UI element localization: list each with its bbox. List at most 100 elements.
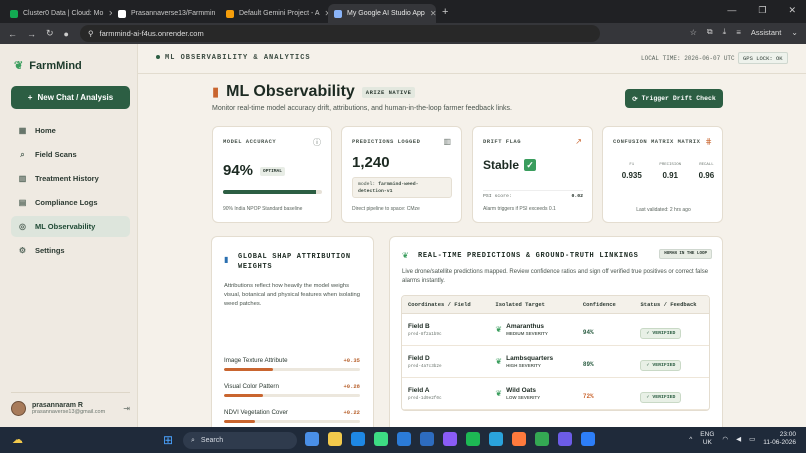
grid-icon: ▦ [18, 126, 27, 135]
drift-flag-card: DRIFT FLAG ↗ Stable ✓ PSI score: 0.02 Alar… [472, 126, 593, 223]
mic-icon[interactable]: ● [64, 29, 69, 39]
status-cell: ✓ VERIFIED [634, 321, 709, 339]
bookmark-star-icon[interactable]: ☆ [690, 28, 697, 37]
sidebar: ❦ FarmMind + New Chat / Analysis ▦ Home ⌕ F… [0, 44, 138, 427]
weather-icon[interactable]: ☁ [12, 433, 23, 446]
trigger-drift-check-button[interactable]: ⟳ Trigger Drift Check [625, 89, 723, 108]
sidebar-item-ml-observability[interactable]: ◎ ML Observability [11, 216, 130, 237]
tab-favicon-icon [226, 9, 234, 18]
tab-favicon-icon [334, 9, 342, 18]
feature-value: +0.28 [343, 383, 360, 390]
table-body: Field Bpred-8f2a1b9c ❦ Amaranthus MEDIUM SE… [402, 314, 709, 410]
prediction-id: pred-8f2a1b9c [408, 331, 442, 337]
taskbar-app-icon[interactable] [558, 432, 572, 446]
settings-sliders-icon[interactable]: ⋕ [705, 137, 712, 146]
sidebar-item-label: Treatment History [35, 174, 99, 183]
volume-icon[interactable]: ◀ [736, 435, 741, 443]
info-icon[interactable]: ⓘ [313, 137, 321, 148]
metric-recall: RECALL 0.96 [699, 163, 715, 180]
clock[interactable]: 23:00 11-06-2026 [763, 431, 796, 447]
chevron-down-icon[interactable]: ⌄ [791, 28, 798, 37]
shap-attribution-card: ▮ GLOBAL SHAP ATTRIBUTION WEIGHTS Attrib… [211, 236, 374, 427]
brand-logo[interactable]: ❦ FarmMind [14, 59, 82, 73]
download-icon[interactable]: ⤓ [723, 27, 727, 37]
new-tab-icon[interactable]: + [442, 6, 448, 18]
menu-list-icon[interactable]: ≡ [736, 28, 741, 37]
clock-date: 11-06-2026 [763, 439, 796, 446]
feature-value: +0.22 [343, 409, 360, 416]
check-icon: ✓ [646, 362, 650, 368]
logout-icon[interactable]: ⇥ [123, 404, 130, 413]
taskbar-app-icon[interactable] [305, 432, 319, 446]
confidence-value: 94% [582, 328, 594, 336]
browser-toolbar: ← → ↻ ● ⚲ farmmind-ai-f4us.onrender.com … [0, 23, 806, 44]
back-icon[interactable]: ← [8, 29, 17, 39]
avatar[interactable] [11, 401, 26, 416]
prediction-id: pred-1d9e2f0c [408, 395, 442, 401]
sidebar-item-settings[interactable]: ⚙ Settings [11, 240, 130, 261]
assistant-button[interactable]: Assistant [751, 28, 781, 37]
drift-button-label: Trigger Drift Check [641, 95, 716, 102]
column-header: Isolated Target [495, 301, 545, 308]
target: ❦ Amaranthus MEDIUM SEVERITY [495, 323, 576, 336]
maximize-icon[interactable]: ❐ [758, 5, 766, 16]
sidebar-item-label: ML Observability [35, 222, 96, 231]
browser-tab[interactable]: My Google AI Studio App ✕ [328, 4, 436, 23]
shap-feature: Visual Color Pattern +0.28 [224, 383, 360, 397]
browser-tab[interactable]: Prasannaverse13/Farmmin✕ [112, 4, 220, 23]
taskbar-app-icon[interactable] [535, 432, 549, 446]
feature-bar-fill [224, 394, 264, 397]
language-indicator[interactable]: ENG UK [700, 431, 714, 447]
target-name: Lambsquarters [506, 355, 554, 362]
extensions-icon[interactable]: ⧉ [707, 27, 713, 37]
tab-close-icon[interactable]: ✕ [430, 9, 436, 18]
leaf-icon: ❦ [14, 60, 24, 72]
confidence-value: 89% [582, 360, 594, 368]
metric-value: 0.935 [621, 171, 642, 180]
site-info-icon[interactable]: ⚲ [88, 29, 94, 38]
user-profile[interactable]: prasannaram R prasannaverse13@gmail.com … [11, 392, 130, 416]
taskbar-app-icon[interactable] [443, 432, 457, 446]
taskbar-app-icon[interactable] [397, 432, 411, 446]
taskbar-app-icon[interactable] [420, 432, 434, 446]
sidebar-item-field-scans[interactable]: ⌕ Field Scans [11, 144, 130, 165]
taskbar-app-icon[interactable] [328, 432, 342, 446]
address-bar[interactable]: ⚲ farmmind-ai-f4us.onrender.com [80, 25, 600, 42]
taskbar-app-icon[interactable] [466, 432, 480, 446]
trend-icon: ↗ [575, 137, 582, 146]
user-name: prasannaram R [32, 402, 83, 409]
tray-chevron-icon[interactable]: ^ [689, 436, 692, 443]
verified-badge[interactable]: ✓ VERIFIED [640, 327, 682, 339]
sidebar-item-compliance-logs[interactable]: ▤ Compliance Logs [11, 192, 130, 213]
battery-icon[interactable]: ▭ [749, 435, 755, 443]
sidebar-item-home[interactable]: ▦ Home [11, 120, 130, 141]
sidebar-item-label: Compliance Logs [35, 198, 98, 207]
minimize-icon[interactable]: — [727, 5, 736, 16]
taskbar-search[interactable]: ⌕ Search [183, 432, 297, 449]
status-text: VERIFIED [652, 330, 676, 336]
wifi-icon[interactable]: ◠ [722, 435, 728, 443]
new-chat-button[interactable]: + New Chat / Analysis [11, 86, 130, 109]
taskbar-app-icon[interactable] [351, 432, 365, 446]
browser-tab[interactable]: Default Gemini Project - A ✕ [220, 4, 328, 23]
taskbar-app-icon[interactable] [512, 432, 526, 446]
reload-icon[interactable]: ↻ [46, 28, 54, 39]
sidebar-item-treatment-history[interactable]: ▥ Treatment History [11, 168, 130, 189]
taskbar-app-icon[interactable] [581, 432, 595, 446]
verified-badge[interactable]: ✓ VERIFIED [640, 391, 682, 403]
observability-icon: ◎ [19, 222, 26, 231]
close-icon[interactable]: ✕ [788, 5, 796, 16]
forward-icon[interactable]: → [27, 29, 36, 39]
taskbar-app-icon[interactable] [489, 432, 503, 446]
windows-start-icon[interactable]: ⊞ [163, 433, 173, 447]
browser-tab[interactable]: Cluster0 Data | Cloud: Mo ✕ [4, 4, 112, 23]
clipboard-icon: ▤ [18, 198, 27, 207]
target-cell: ❦ Wild Oats LOW SEVERITY [489, 387, 576, 400]
taskbar-app-icon[interactable] [374, 432, 388, 446]
confidence-value: 72% [582, 392, 594, 400]
feature-name: NDVI Vegetation Cover [224, 409, 288, 416]
verified-badge[interactable]: ✓ VERIFIED [640, 359, 682, 371]
sidebar-item-label: Home [35, 126, 56, 135]
tab-favicon-icon [10, 9, 18, 18]
drift-status: Stable ✓ [483, 158, 537, 172]
